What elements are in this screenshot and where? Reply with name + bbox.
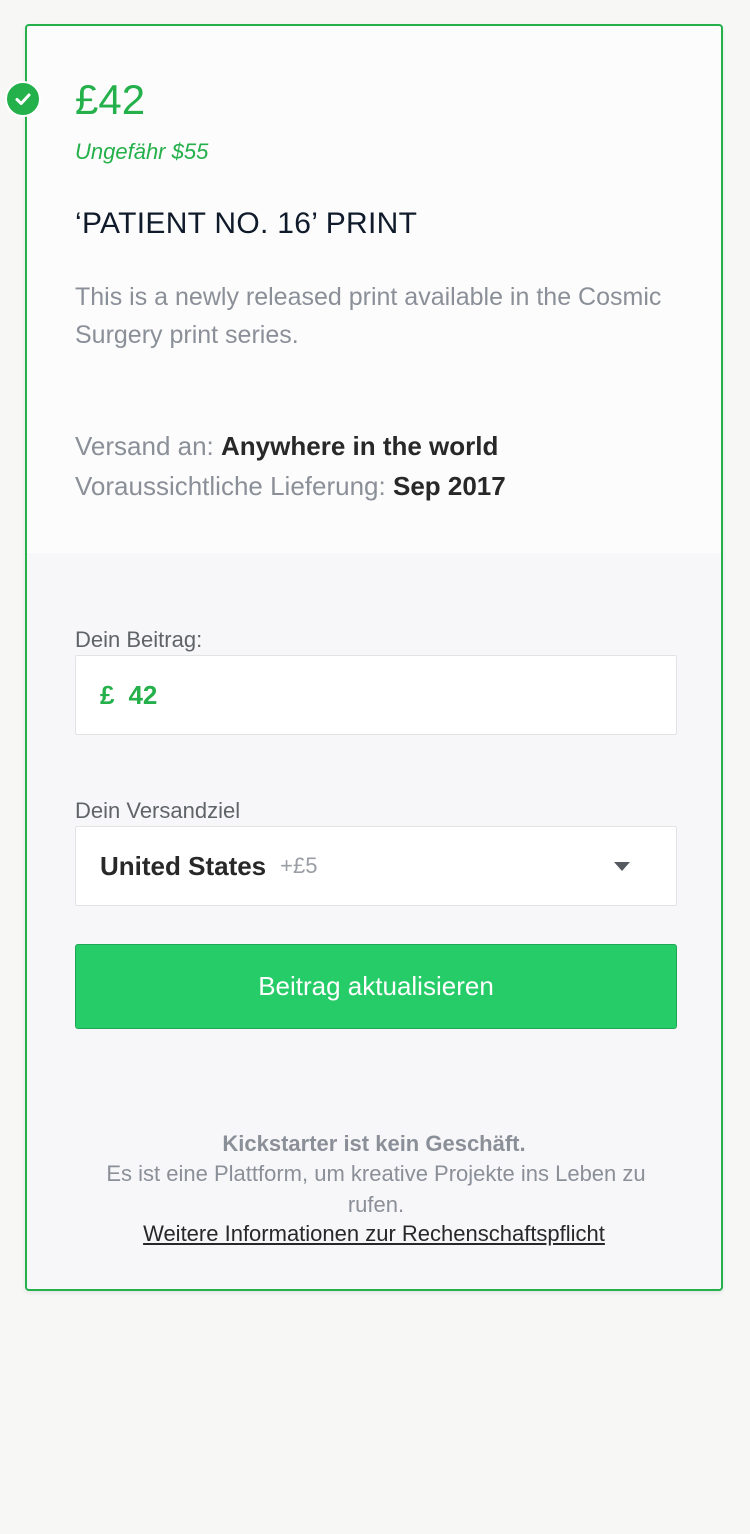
accountability-link[interactable]: Weitere Informationen zur Rechenschaftsp… — [27, 1219, 721, 1249]
delivery-value: Sep 2017 — [392, 471, 506, 501]
delivery-row: Voraussichtliche Lieferung: Sep 2017 — [75, 468, 506, 504]
pledge-amount-field[interactable]: £ — [75, 655, 677, 735]
reward-card: £42 Ungefähr $55 ‘PATIENT NO. 16’ PRINT … — [25, 24, 723, 1291]
delivery-label: Voraussichtliche Lieferung: — [75, 471, 386, 501]
accountability-note: Kickstarter ist kein Geschäft. Es ist ei… — [27, 1079, 721, 1289]
note-text: Es ist eine Plattform, um kreative Proje… — [106, 1161, 646, 1217]
shipping-destination-select[interactable]: United States +£5 — [75, 826, 677, 906]
chevron-down-icon[interactable] — [614, 862, 630, 871]
reward-title: ‘PATIENT NO. 16’ PRINT — [75, 207, 418, 240]
note-heading: Kickstarter ist kein Geschäft. — [222, 1131, 526, 1156]
destination-label: Dein Versandziel — [75, 798, 241, 823]
update-pledge-button[interactable]: Beitrag aktualisieren — [75, 944, 677, 1029]
ships-to-label: Versand an: — [75, 431, 214, 461]
reward-description: This is a newly released print available… — [75, 283, 662, 349]
currency-symbol: £ — [100, 679, 115, 710]
reward-approx-price: Ungefähr $55 — [75, 139, 209, 164]
reward-price: £42 — [75, 76, 146, 123]
ships-to-row: Versand an: Anywhere in the world — [75, 428, 498, 464]
selected-country: United States — [100, 850, 267, 881]
reward-details: £42 Ungefähr $55 ‘PATIENT NO. 16’ PRINT … — [27, 26, 721, 554]
pledge-form: Dein Beitrag: £ Dein Versandziel United … — [27, 553, 721, 1080]
selected-check-icon — [5, 81, 41, 117]
amount-label: Dein Beitrag: — [75, 627, 203, 652]
shipping-cost: +£5 — [280, 853, 318, 878]
check-icon — [15, 93, 31, 105]
ships-to-value: Anywhere in the world — [221, 431, 499, 461]
pledge-amount-input[interactable] — [128, 679, 629, 711]
